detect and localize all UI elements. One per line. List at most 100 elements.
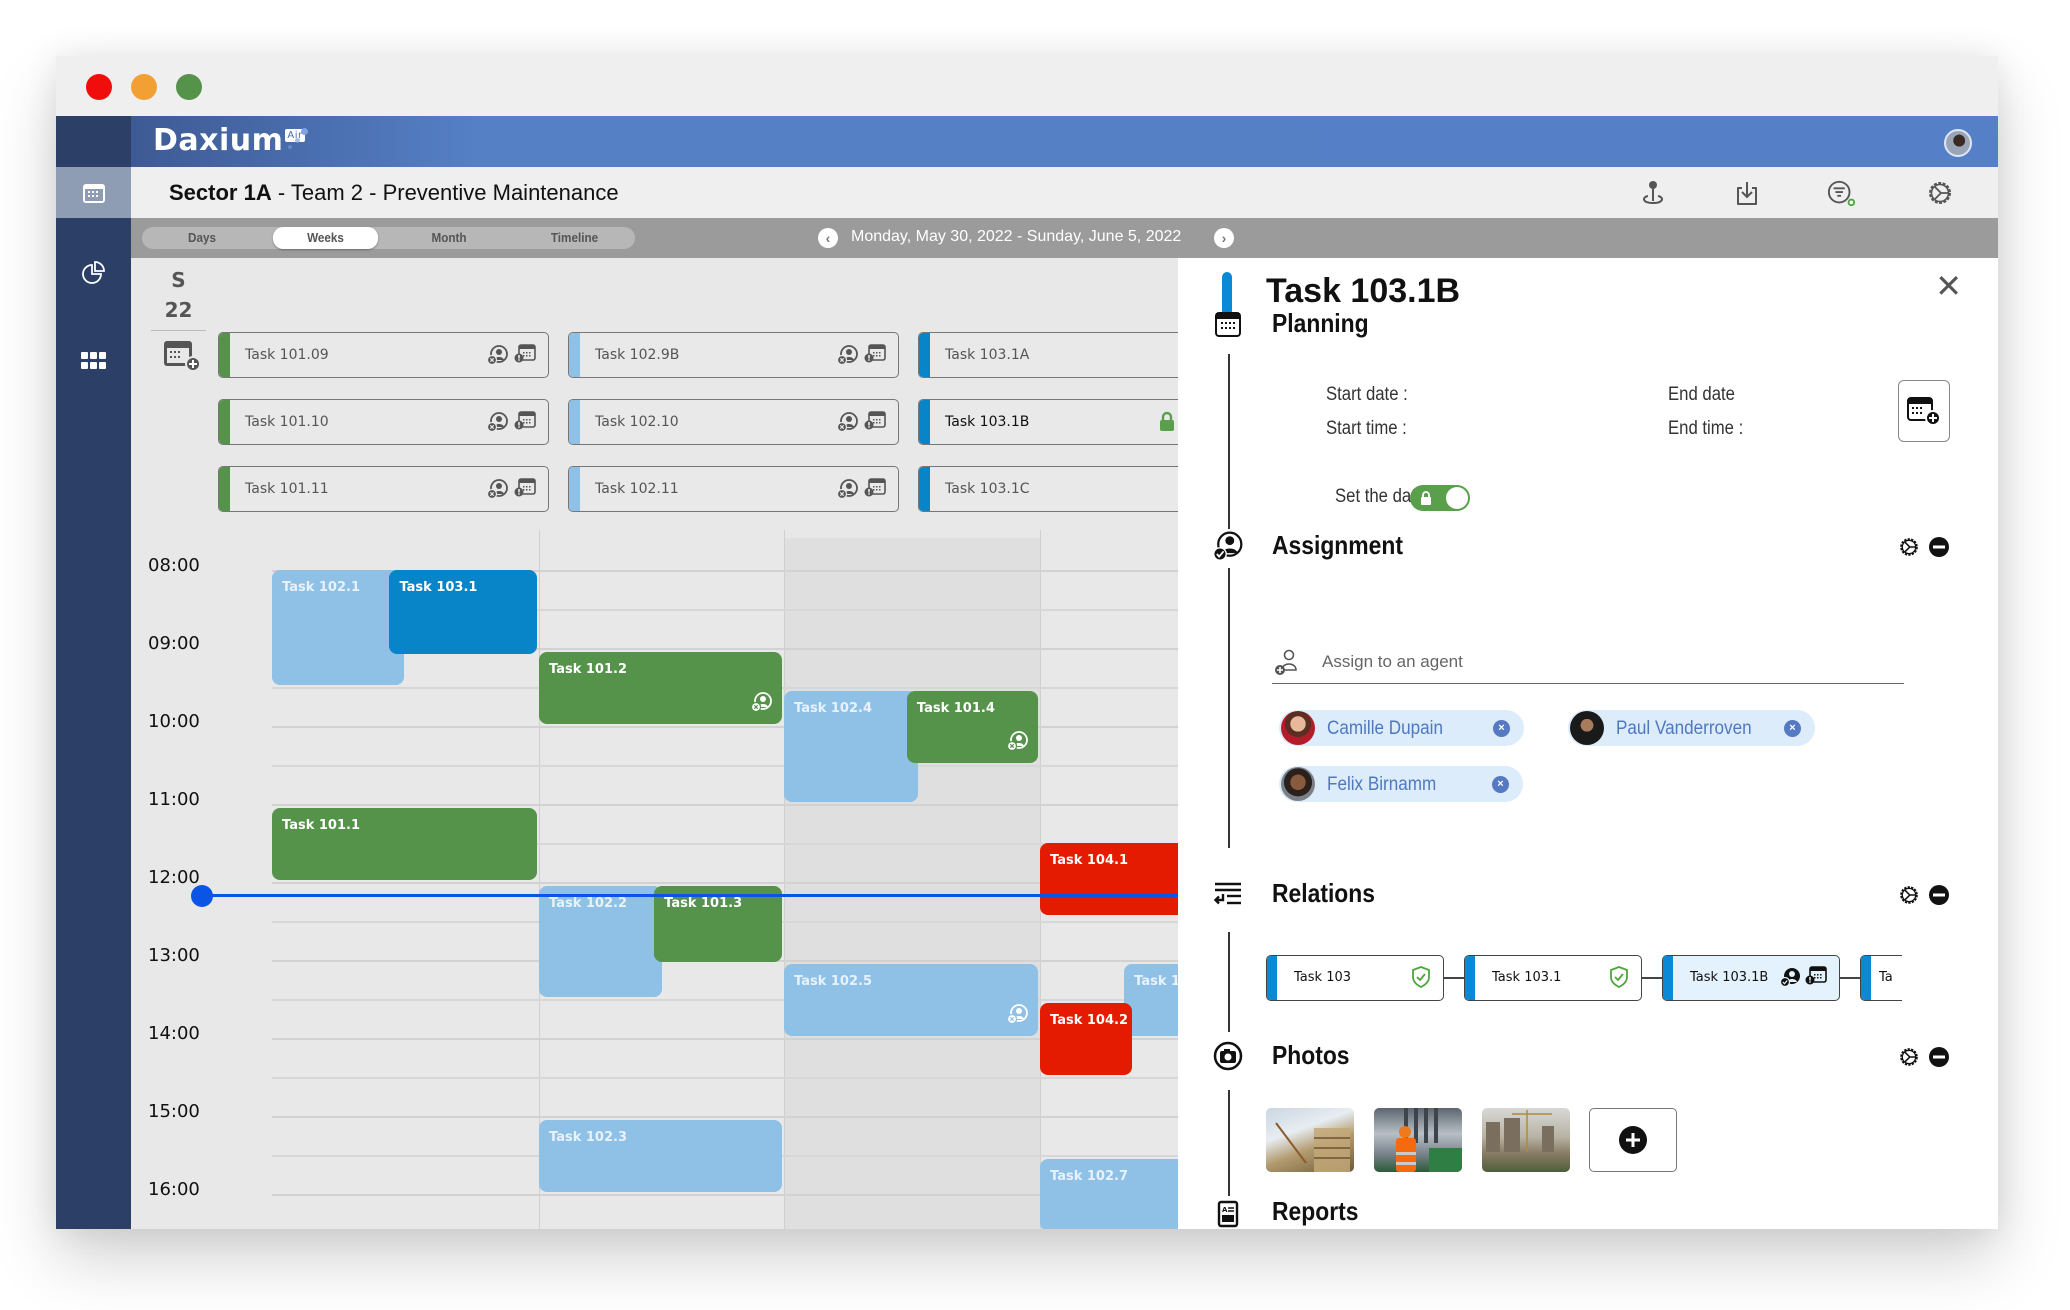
relation-connector [1840,977,1862,979]
close-window-button[interactable] [86,74,112,100]
sidebar-item-apps[interactable] [56,335,131,386]
sidebar-item-calendar[interactable] [56,167,131,218]
sidebar-item-reports[interactable] [56,247,131,298]
unscheduled-task[interactable]: Task 101.11 [218,466,549,512]
view-tab-timeline[interactable]: Timeline [520,227,629,249]
user-avatar[interactable] [1944,129,1972,157]
relations-actions [1898,884,1950,906]
next-week-button[interactable]: › [1214,228,1234,248]
timeline-connector [1228,568,1230,848]
event-status-icon [750,691,772,718]
apps-grid-icon [80,351,106,369]
assign-agent-input[interactable] [1322,652,1882,672]
calendar-event[interactable]: Task 102.6 [1124,963,1178,1036]
settings-icon[interactable] [1898,884,1920,906]
task-status-icons [836,411,886,433]
hour-gridline [272,726,1178,728]
task-status-icons [486,344,536,366]
location-button[interactable] [1638,178,1668,208]
task-color-bar [919,400,930,444]
calendar-warning-icon [1805,966,1827,985]
minimize-window-button[interactable] [131,74,157,100]
reports-title: Reports [1272,1196,1359,1226]
unscheduled-task[interactable]: Task 103.1C [918,466,1178,512]
unscheduled-task[interactable]: Task 102.11 [568,466,899,512]
unscheduled-task[interactable]: Task 103.1B [918,399,1178,445]
schedule-date-button[interactable] [1898,380,1950,442]
collapse-icon[interactable] [1928,536,1950,558]
relation-task[interactable]: Ta [1860,955,1902,1001]
agent-chip: Camille Dupain × [1279,710,1524,746]
remove-agent-button[interactable]: × [1492,776,1509,793]
calendar-event[interactable]: Task 104.1 [1040,843,1178,916]
collapse-icon[interactable] [1928,1046,1950,1068]
collapse-icon[interactable] [1928,884,1950,906]
unassigned-user-icon [1006,1004,1028,1025]
calendar-event[interactable]: Task 101.1 [272,807,537,880]
calendar-event[interactable]: Task 102.1 [272,570,404,685]
relation-task[interactable]: Task 103 [1266,955,1444,1001]
assignment-title: Assignment [1272,530,1403,560]
worker-turbine-photo[interactable] [1374,1108,1462,1172]
unassigned-user-icon [836,345,858,366]
task-label: Task 101.10 [245,414,329,430]
settings-icon[interactable] [1898,1046,1920,1068]
assigned-user-icon [1779,968,1800,988]
agent-name: Paul Vanderroven [1616,718,1752,739]
calendar-event[interactable]: Task 102.2 [539,885,662,997]
task-label: Task 103.1B [945,414,1030,430]
previous-week-button[interactable]: ‹ [818,228,838,248]
relation-task[interactable]: Task 103.1 [1464,955,1642,1001]
task-color-bar [1663,956,1673,1000]
calendar-event[interactable]: Task 101.3 [654,885,782,962]
relation-task[interactable]: Task 103.1B [1662,955,1840,1001]
app-header: Daxium Air [56,116,1998,167]
calendar-event[interactable]: Task 102.7 [1040,1158,1178,1229]
calendar-event[interactable]: Task 102.5 [784,963,1038,1036]
calendar-add-icon [1907,397,1941,426]
task-color-bar [1465,956,1475,1000]
page-title-rest: - Team 2 - Preventive Maintenance [271,180,619,205]
settings-button[interactable] [1925,178,1955,208]
calendar-event[interactable]: Task 101.2 [539,651,782,724]
task-color-bar [219,467,230,511]
download-button[interactable] [1732,178,1762,208]
close-panel-button[interactable]: ✕ [1935,270,1962,302]
unscheduled-task[interactable]: Task 101.09 [218,332,549,378]
add-user-icon [1275,649,1297,675]
task-status-icons [486,478,536,500]
construction-crane-photo[interactable] [1266,1108,1354,1172]
unscheduled-task[interactable]: Task 101.10 [218,399,549,445]
unscheduled-task[interactable]: Task 102.9B [568,332,899,378]
hour-label: 12:00 [148,867,200,888]
maximize-window-button[interactable] [176,74,202,100]
view-tab-weeks[interactable]: Weeks [272,227,379,249]
time-grid: 08:00 09:00 10:00 11:00 12:00 13:00 14:00 15:00… [131,530,1178,1229]
calendar-event[interactable]: Task 101.4 [906,690,1038,763]
svg-text:A: A [1222,1206,1228,1214]
lock-icon [1421,491,1431,505]
hour-label: 13:00 [148,945,200,966]
timeline-connector [1228,354,1230,529]
relation-task-label: Task 103.1B [1690,970,1769,985]
unscheduled-task[interactable]: Task 103.1A [918,332,1178,378]
agent-chip: Paul Vanderroven × [1568,710,1815,746]
remove-agent-button[interactable]: × [1784,720,1801,737]
settings-icon[interactable] [1898,536,1920,558]
calendar-event[interactable]: Task 103.1 [389,570,537,654]
calendar-event[interactable]: Task 102.3 [539,1119,782,1192]
filter-button[interactable] [1827,178,1857,208]
add-photo-button[interactable] [1589,1108,1677,1172]
view-tab-days[interactable]: Days [148,227,256,249]
calendar-event[interactable]: Task 104.2 [1040,1002,1132,1075]
view-tab-month[interactable]: Month [395,227,503,249]
unscheduled-task[interactable]: Task 102.10 [568,399,899,445]
set-date-toggle[interactable] [1410,485,1470,511]
construction-site-photo[interactable] [1482,1108,1570,1172]
half-hour-gridline [272,1077,1178,1079]
task-label: Task 103.1C [945,481,1030,497]
calendar-event[interactable]: Task 102.4 [784,690,918,802]
relation-task-label: Ta [1879,970,1893,985]
remove-agent-button[interactable]: × [1493,720,1510,737]
add-to-calendar-button[interactable] [162,338,202,377]
